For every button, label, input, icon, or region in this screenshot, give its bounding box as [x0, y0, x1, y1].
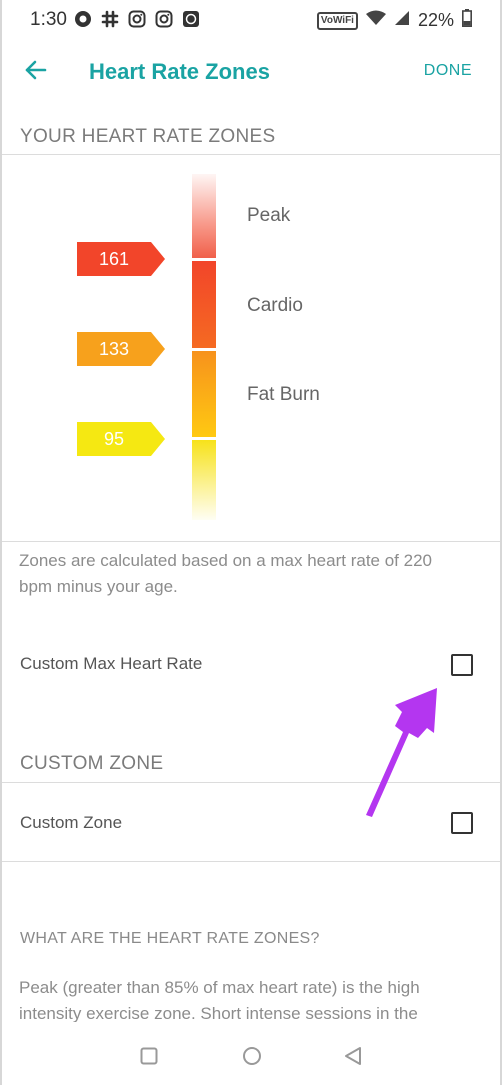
- back-nav-icon[interactable]: [344, 1046, 362, 1066]
- recents-icon[interactable]: [140, 1047, 158, 1065]
- annotation-arrow: [366, 688, 437, 817]
- home-icon[interactable]: [242, 1046, 262, 1066]
- system-nav-bar: [0, 1022, 502, 1085]
